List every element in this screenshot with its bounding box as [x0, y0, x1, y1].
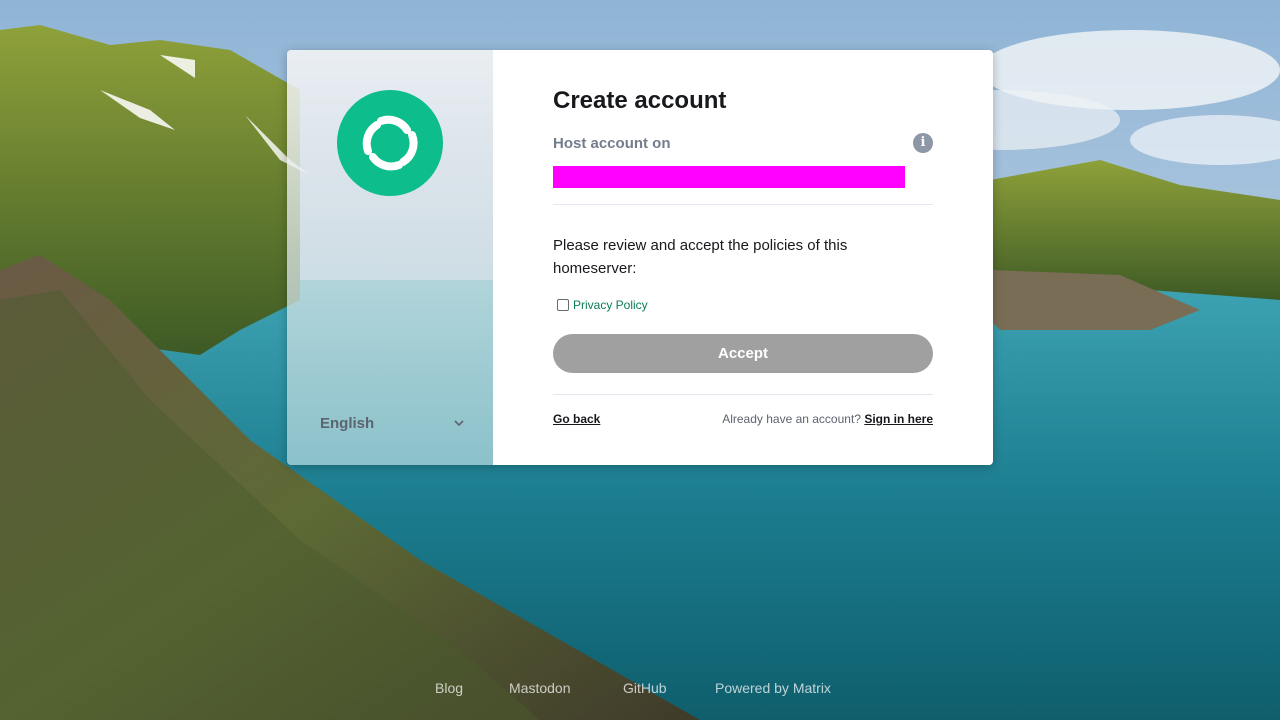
language-selector[interactable]: English — [320, 413, 465, 433]
footer-link-mastodon[interactable]: Mastodon — [509, 680, 570, 696]
go-back-link[interactable]: Go back — [553, 412, 600, 426]
policy-item: Privacy Policy — [553, 296, 933, 314]
homeserver-name-redacted — [553, 166, 905, 188]
chevron-down-icon — [453, 417, 465, 429]
language-label: English — [320, 414, 375, 432]
sign-in-prompt: Already have an account? Sign in here — [722, 412, 933, 426]
footer-link-matrix[interactable]: Powered by Matrix — [715, 680, 831, 696]
host-row: Host account on i — [553, 133, 933, 153]
page-footer: Blog Mastodon GitHub Powered by Matrix — [0, 680, 1280, 700]
page-title: Create account — [553, 87, 727, 114]
accept-button[interactable]: Accept — [553, 334, 933, 373]
privacy-policy-link[interactable]: Privacy Policy — [573, 298, 648, 312]
host-label: Host account on — [553, 134, 671, 152]
info-icon[interactable]: i — [913, 133, 933, 153]
card-footer: Go back Already have an account? Sign in… — [553, 412, 933, 426]
footer-link-github[interactable]: GitHub — [623, 680, 667, 696]
already-have-account-text: Already have an account? — [722, 412, 861, 426]
divider — [553, 394, 933, 395]
card-branding-panel: English — [287, 50, 493, 465]
create-account-card: English Create account Host account on i… — [287, 50, 993, 465]
element-logo — [337, 90, 443, 196]
divider — [553, 204, 933, 205]
footer-link-blog[interactable]: Blog — [435, 680, 463, 696]
policy-prompt: Please review and accept the policies of… — [553, 237, 848, 277]
card-form-panel: Create account Host account on i Please … — [493, 50, 993, 465]
sign-in-link[interactable]: Sign in here — [864, 412, 933, 426]
privacy-policy-checkbox[interactable] — [557, 299, 569, 311]
